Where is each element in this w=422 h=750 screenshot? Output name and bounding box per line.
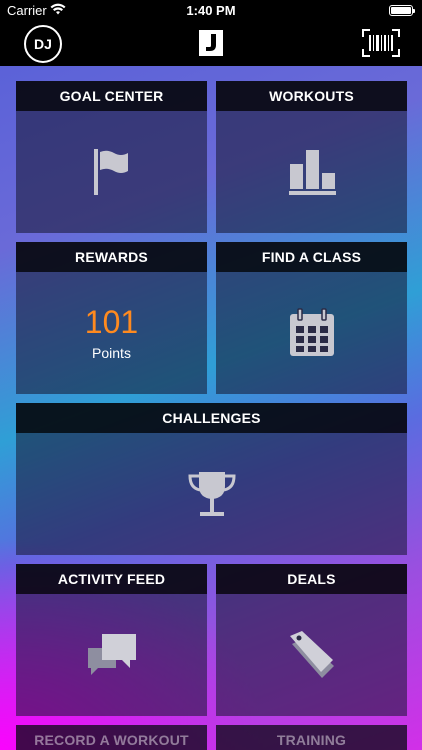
tile-title: GOAL CENTER	[16, 81, 207, 111]
battery-icon	[389, 5, 415, 16]
record-a-workout-tile[interactable]: RECORD A WORKOUT	[16, 725, 207, 750]
rewards-points-label: Points	[92, 345, 131, 361]
bar-chart-icon	[288, 150, 336, 195]
calendar-icon	[289, 308, 334, 356]
tile-title: RECORD A WORKOUT	[16, 725, 207, 750]
tile-title: ACTIVITY FEED	[16, 564, 207, 594]
tile-title: REWARDS	[16, 242, 207, 272]
deals-tile[interactable]: DEALS	[216, 564, 407, 716]
flag-icon	[93, 149, 128, 195]
find-a-class-tile[interactable]: FIND A CLASS	[216, 242, 407, 394]
tile-title: CHALLENGES	[16, 403, 407, 433]
tile-title: WORKOUTS	[216, 81, 407, 111]
training-tile[interactable]: TRAINING	[216, 725, 407, 750]
activity-feed-tile[interactable]: ACTIVITY FEED	[16, 564, 207, 716]
tile-title: DEALS	[216, 564, 407, 594]
tags-icon	[289, 631, 334, 678]
tile-title: FIND A CLASS	[216, 242, 407, 272]
status-bar: Carrier 1:40 PM	[0, 0, 422, 22]
top-nav-bar: DJ	[0, 22, 422, 66]
challenges-tile[interactable]: CHALLENGES	[16, 403, 407, 555]
trophy-icon	[187, 472, 236, 516]
avatar[interactable]: DJ	[24, 25, 62, 63]
rewards-points-value: 101	[84, 304, 139, 340]
rewards-tile[interactable]: REWARDS 101 Points	[16, 242, 207, 394]
dashboard-grid: GOAL CENTER WORKOUTS REWARDS 101 Points …	[0, 66, 422, 750]
goal-center-tile[interactable]: GOAL CENTER	[16, 81, 207, 233]
logo-icon	[199, 30, 223, 56]
status-time: 1:40 PM	[186, 3, 236, 18]
workouts-tile[interactable]: WORKOUTS	[216, 81, 407, 233]
barcode-scanner-icon[interactable]	[362, 29, 400, 57]
tile-title: TRAINING	[216, 725, 407, 750]
chat-bubbles-icon	[87, 634, 136, 675]
